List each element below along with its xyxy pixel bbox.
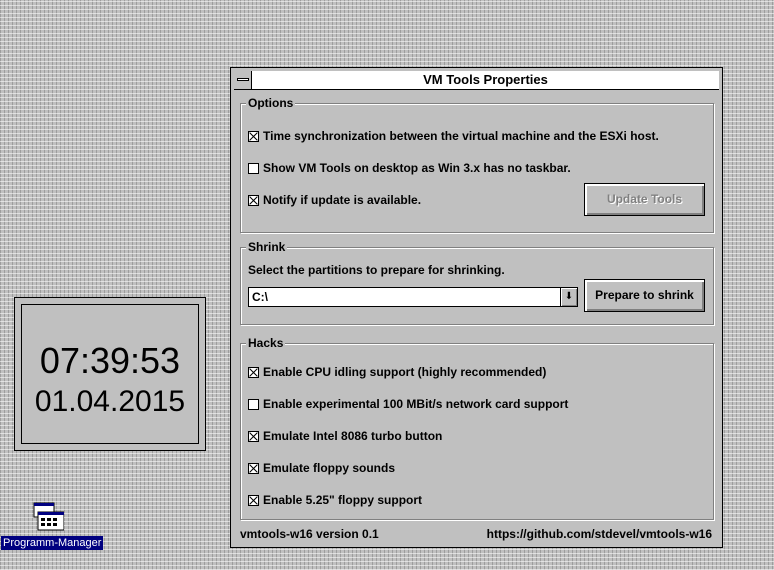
window-title: VM Tools Properties [423, 72, 548, 87]
hack-checkbox[interactable] [248, 495, 259, 506]
dropdown-arrow-icon[interactable]: ⬇ [560, 288, 577, 306]
hack-checkbox[interactable] [248, 463, 259, 474]
update-tools-button[interactable]: Update Tools [584, 183, 705, 216]
shrink-instruction: Select the partitions to prepare for shr… [248, 263, 505, 277]
hack-label: Emulate Intel 8086 turbo button [263, 429, 443, 443]
hack-item[interactable]: Emulate floppy sounds [248, 461, 395, 475]
time-sync-checkbox[interactable] [248, 131, 259, 142]
partition-value: C:\ [252, 290, 268, 304]
hack-label: Enable CPU idling support (highly recomm… [263, 365, 547, 379]
hacks-group-label: Hacks [246, 336, 286, 350]
hack-item[interactable]: Enable 5.25" floppy support [248, 493, 422, 507]
clock-face: 07:39:53 01.04.2015 [21, 304, 199, 444]
hack-label: Enable 5.25" floppy support [263, 493, 423, 507]
notify-update-checkbox[interactable] [248, 195, 259, 206]
hack-label: Enable experimental 100 MBit/s network c… [263, 397, 569, 411]
time-sync-option[interactable]: Time synchronization between the virtual… [248, 129, 659, 143]
hack-label: Emulate floppy sounds [263, 461, 396, 475]
clock-widget: 07:39:53 01.04.2015 [14, 297, 206, 451]
show-desktop-option[interactable]: Show VM Tools on desktop as Win 3.x has … [248, 161, 571, 175]
prepare-to-shrink-button[interactable]: Prepare to shrink [584, 279, 705, 312]
program-manager-label[interactable]: Programm-Manager [1, 536, 104, 550]
time-sync-label: Time synchronization between the virtual… [263, 129, 659, 143]
hack-item[interactable]: Emulate Intel 8086 turbo button [248, 429, 442, 443]
clock-date: 01.04.2015 [34, 385, 186, 418]
options-group-label: Options [246, 96, 296, 110]
hack-item[interactable]: Enable experimental 100 MBit/s network c… [248, 397, 568, 411]
title-bar[interactable]: VM Tools Properties [234, 71, 719, 90]
notify-update-label: Notify if update is available. [263, 193, 422, 207]
hack-checkbox[interactable] [248, 367, 259, 378]
partition-select[interactable]: C:\ ⬇ [248, 287, 578, 307]
notify-update-option[interactable]: Notify if update is available. [248, 193, 421, 207]
github-link[interactable]: https://github.com/stdevel/vmtools-w16 [487, 527, 712, 541]
hack-checkbox[interactable] [248, 431, 259, 442]
show-desktop-label: Show VM Tools on desktop as Win 3.x has … [263, 161, 571, 175]
system-menu-icon[interactable] [234, 71, 252, 89]
program-manager-icon[interactable] [32, 500, 65, 532]
shrink-group-label: Shrink [246, 240, 288, 254]
show-desktop-checkbox[interactable] [248, 163, 259, 174]
version-label: vmtools-w16 version 0.1 [240, 527, 379, 541]
clock-time: 07:39:53 [39, 340, 181, 381]
hack-item[interactable]: Enable CPU idling support (highly recomm… [248, 365, 546, 379]
hack-checkbox[interactable] [248, 399, 259, 410]
